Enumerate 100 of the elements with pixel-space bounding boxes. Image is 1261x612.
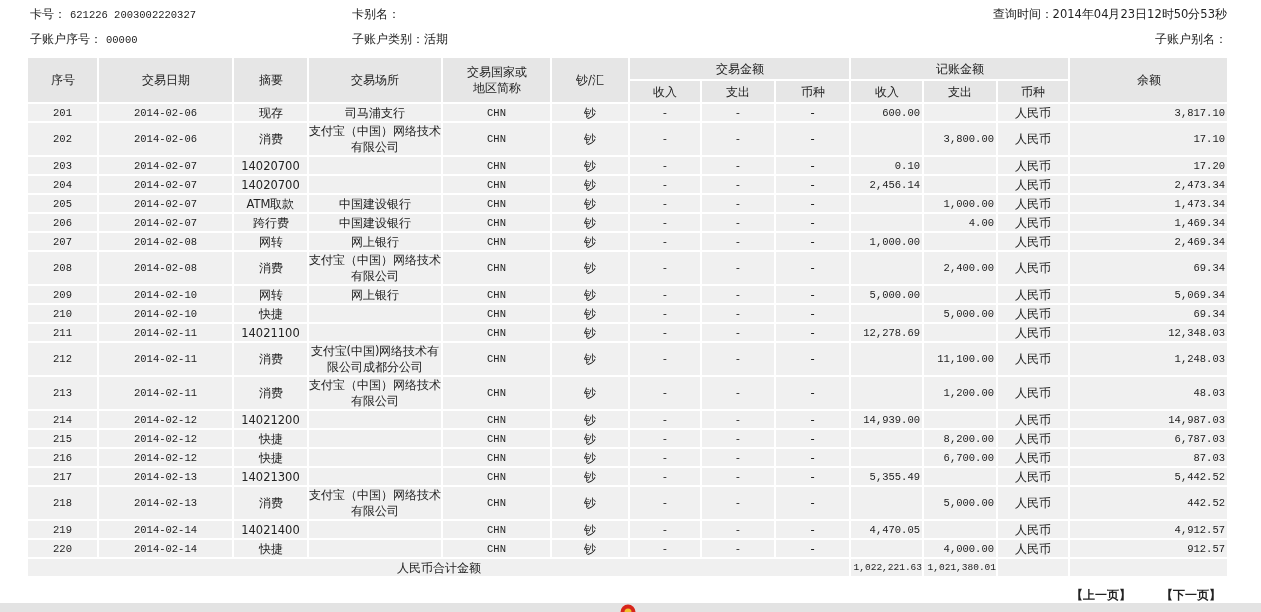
- table-cell: 人民币: [1015, 352, 1051, 366]
- table-cell: 3,817.10: [1174, 106, 1225, 119]
- table-cell: 消费: [258, 496, 283, 510]
- page-link[interactable]: 【下一页】: [1161, 588, 1221, 602]
- table-cell: CHN: [487, 133, 506, 145]
- table-cell: 2014-02-13: [134, 497, 197, 509]
- table-cell: 2014-02-11: [134, 387, 197, 399]
- column-header: 序号: [27, 57, 98, 103]
- table-cell: -: [734, 178, 742, 191]
- table-cell: 2014-02-08: [134, 235, 197, 248]
- table-cell: -: [810, 158, 815, 173]
- table-cell: 2014-02-07: [134, 197, 197, 210]
- table-cell: -: [810, 132, 815, 146]
- table-cell: -: [810, 469, 815, 484]
- table-cell: 钞: [584, 234, 596, 249]
- table-cell: -: [810, 105, 815, 120]
- table-cell: 钞: [584, 261, 596, 275]
- column-header: 余额: [1069, 57, 1228, 103]
- table-cell: 人民币: [1015, 196, 1051, 211]
- column-header: 交易日期: [98, 57, 233, 103]
- table-cell: -: [661, 106, 669, 119]
- table-cell: 人民币: [1015, 158, 1051, 173]
- table-cell: -: [661, 497, 669, 509]
- table-cell: -: [661, 178, 669, 191]
- table-cell: 2014-02-14: [134, 523, 197, 536]
- table-cell: 1,469.34: [1174, 216, 1225, 229]
- table-cell: 206: [53, 216, 72, 229]
- table-cell: 207: [53, 235, 72, 248]
- table-cell: 钞: [584, 450, 596, 465]
- table-cell: 网转: [258, 287, 283, 302]
- table-cell: 网上银行: [351, 234, 399, 249]
- table-cell: 210: [53, 307, 72, 320]
- table-cell: 消费: [258, 132, 283, 146]
- table-cell: CHN: [487, 326, 506, 339]
- total-label: 人民币合计金额: [396, 560, 481, 575]
- table-cell: 87.03: [1193, 451, 1225, 464]
- table-cell: 205: [53, 197, 72, 210]
- table-cell: -: [661, 262, 669, 274]
- table-cell: 219: [53, 523, 72, 536]
- table-cell: 司马浦支行: [345, 105, 405, 120]
- table-cell: -: [734, 432, 742, 445]
- table-cell: 14021100: [241, 325, 300, 340]
- table-cell: -: [810, 541, 815, 556]
- table-cell: 4,912.57: [1174, 523, 1225, 536]
- table-cell: 人民币: [1015, 132, 1051, 146]
- table-cell: 2014-02-11: [134, 353, 197, 365]
- table-cell: 2014-02-10: [134, 288, 197, 301]
- table-cell: CHN: [487, 353, 506, 365]
- table-cell: -: [810, 431, 815, 446]
- table-cell: -: [661, 159, 669, 172]
- table-cell: -: [734, 133, 742, 145]
- table-cell: 17.10: [1193, 133, 1225, 145]
- table-cell: 钞: [584, 306, 596, 321]
- table-cell: 215: [53, 432, 72, 445]
- table-cell: -: [734, 216, 742, 229]
- table-cell: 钞: [584, 215, 596, 230]
- table-cell: -: [661, 235, 669, 248]
- table-cell: -: [661, 307, 669, 320]
- table-cell: 现存: [258, 105, 283, 120]
- table-cell: 钞: [584, 196, 596, 211]
- table-cell: 5,000.00: [943, 307, 994, 320]
- table-cell: 钞: [584, 105, 596, 120]
- table-cell: 钞: [584, 496, 596, 510]
- table-cell: 14,987.03: [1168, 413, 1225, 426]
- table-cell: -: [734, 235, 742, 248]
- table-cell: 2014-02-08: [134, 262, 197, 274]
- table-cell: -: [661, 413, 669, 426]
- table-cell: 钞: [584, 541, 596, 556]
- table-cell: 人民币: [1015, 541, 1051, 556]
- table-cell: 2014-02-07: [134, 216, 197, 229]
- card-number-label: 卡号：: [30, 6, 66, 21]
- table-cell: -: [734, 387, 742, 399]
- table-cell: 快捷: [258, 431, 283, 446]
- table-cell: 消费: [258, 261, 283, 275]
- table-cell: 5,442.52: [1174, 470, 1225, 483]
- table-cell: -: [734, 523, 742, 536]
- table-cell: 14021200: [241, 412, 300, 427]
- table-cell: 2014-02-07: [134, 159, 197, 172]
- table-cell: 快捷: [258, 541, 283, 556]
- query-time-value: 2014年04月23日12时50分53秒: [1052, 6, 1227, 21]
- table-cell: -: [661, 133, 669, 145]
- table-cell: -: [810, 261, 815, 275]
- table-cell: 4.00: [968, 216, 994, 229]
- table-cell: -: [734, 106, 742, 119]
- table-cell: 218: [53, 497, 72, 509]
- table-cell: 6,700.00: [943, 451, 994, 464]
- table-cell: CHN: [487, 216, 506, 229]
- table-cell: 1,000.00: [943, 197, 994, 210]
- table-cell: -: [661, 353, 669, 365]
- table-cell: 5,000.00: [943, 497, 994, 509]
- page-link[interactable]: 【上一页】: [1071, 588, 1131, 602]
- table-cell: 钞: [584, 386, 596, 400]
- table-cell: 快捷: [258, 450, 283, 465]
- table-cell: 2014-02-06: [134, 133, 197, 145]
- table-cell: 6,787.03: [1174, 432, 1225, 445]
- table-cell: 14020700: [241, 158, 300, 173]
- table-cell: 202: [53, 133, 72, 145]
- table-cell: CHN: [487, 178, 506, 191]
- table-cell: -: [734, 353, 742, 365]
- table-cell: -: [661, 451, 669, 464]
